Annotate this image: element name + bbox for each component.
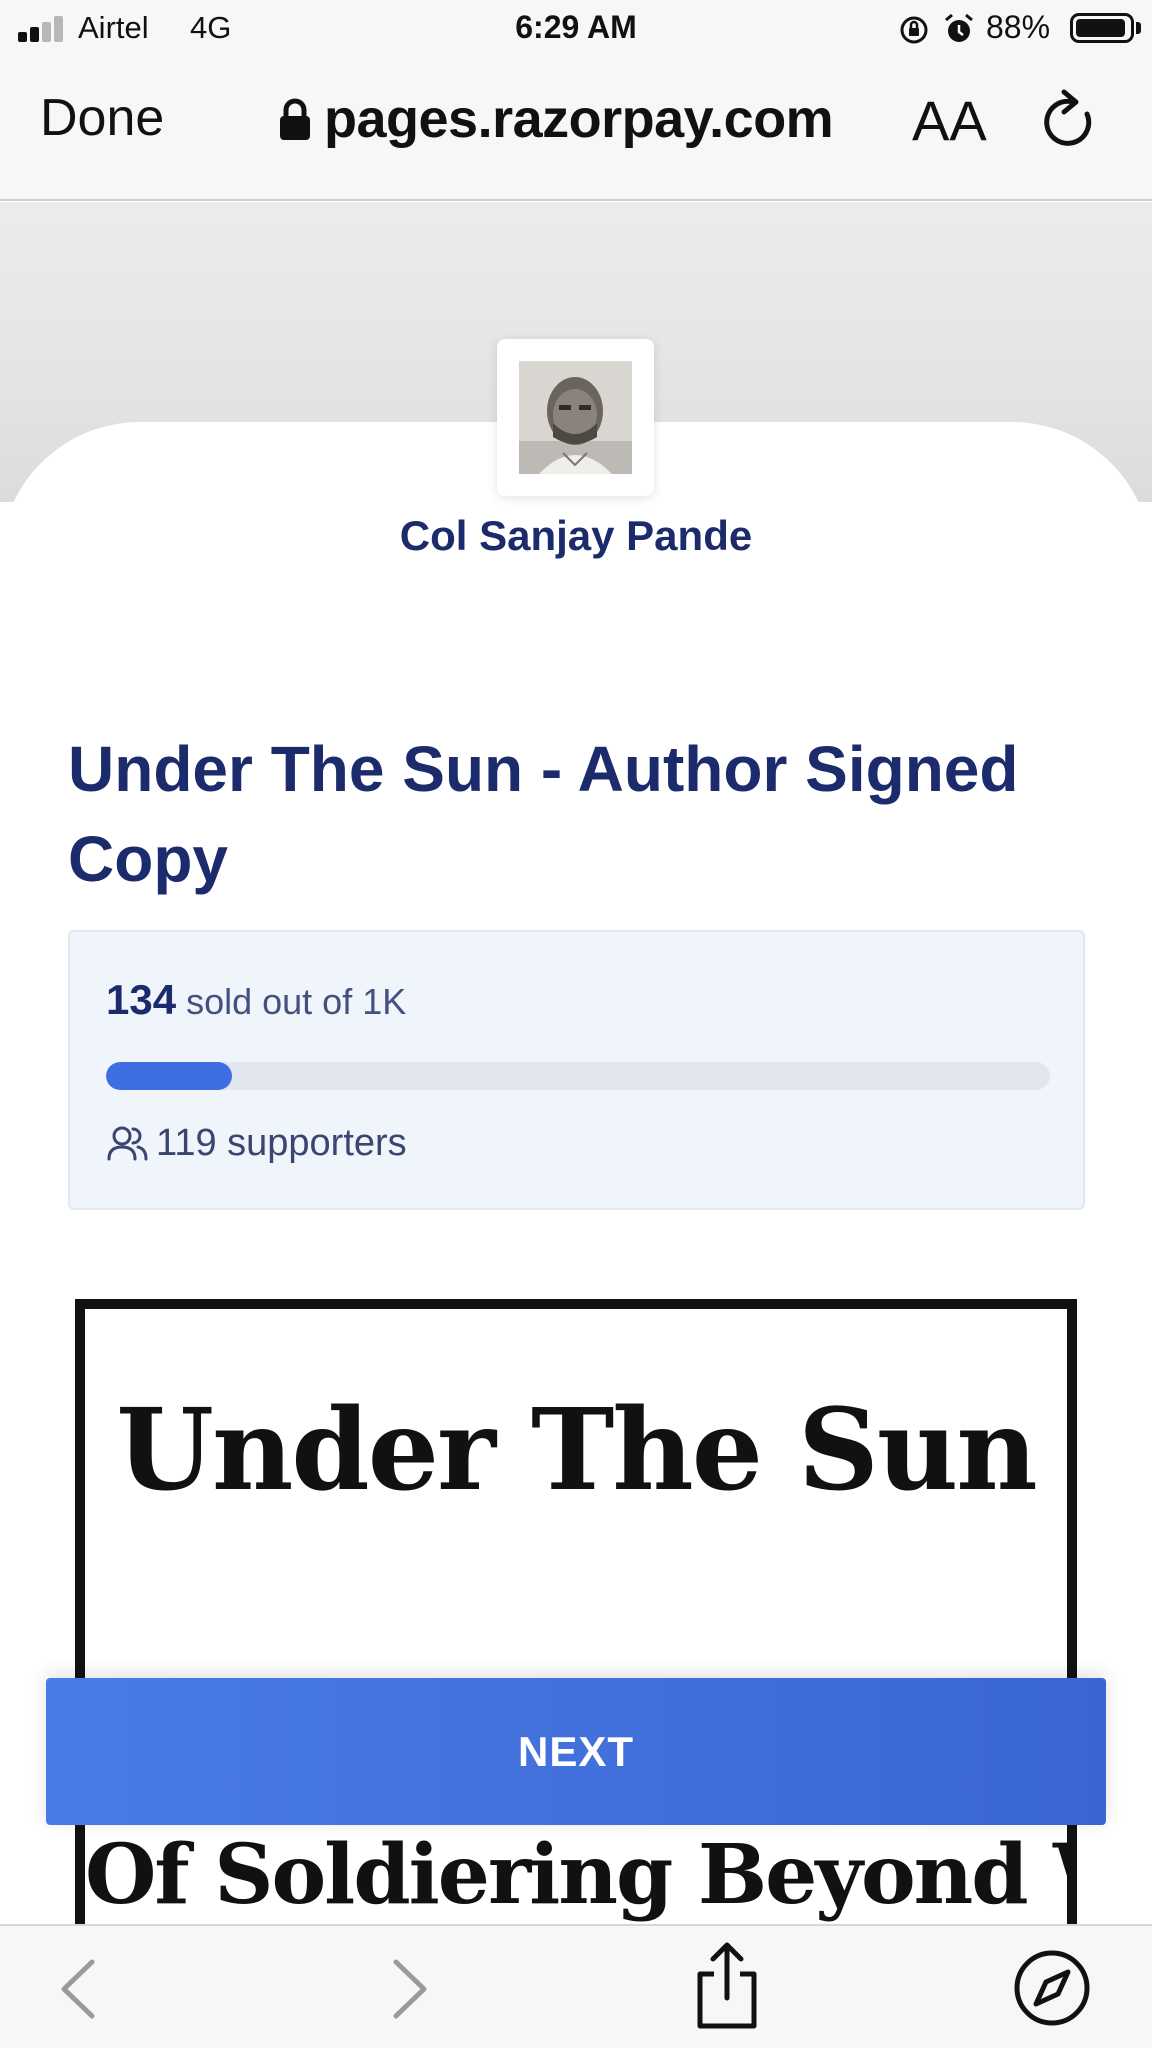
- battery-icon: [1070, 13, 1134, 43]
- sold-count: 134: [106, 976, 177, 1023]
- status-time: 6:29 AM: [515, 9, 637, 45]
- sales-progress-bar: [106, 1062, 1050, 1090]
- browser-bottom-bar: [0, 1924, 1152, 2048]
- cover-title: Under The Sun: [116, 1385, 1037, 1516]
- address-bar[interactable]: pages.razorpay.com: [278, 84, 876, 154]
- back-icon[interactable]: [56, 1956, 100, 2022]
- book-cover-image: Under The Sun Of Soldiering Beyond War: [75, 1299, 1077, 2019]
- done-button[interactable]: Done: [40, 88, 164, 148]
- sold-suffix: sold out of 1K: [186, 981, 407, 1022]
- browser-toolbar: Done pages.razorpay.com AA: [0, 56, 1152, 201]
- compass-icon[interactable]: [1012, 1948, 1092, 2028]
- share-icon[interactable]: [692, 1940, 762, 2032]
- merchant-name: Col Sanjay Pande: [399, 512, 753, 559]
- battery-cap: [1136, 22, 1141, 34]
- supporters-row: 119 supporters: [106, 1122, 407, 1165]
- reload-icon[interactable]: [1040, 86, 1100, 156]
- sales-progress-fill: [106, 1062, 233, 1090]
- sales-stats-card: 134 sold out of 1K 119 supporters: [68, 930, 1085, 1210]
- status-bar: Airtel 4G 6:29 AM 88%: [0, 0, 1152, 56]
- url-text: pages.razorpay.com: [324, 89, 834, 149]
- merchant-avatar: [497, 339, 654, 496]
- lock-icon: [280, 98, 310, 140]
- supporters-count: 119 supporters: [156, 1122, 407, 1164]
- users-icon: [107, 1126, 148, 1160]
- forward-icon[interactable]: [388, 1956, 432, 2022]
- alarm-icon: [945, 13, 973, 42]
- orientation-lock-icon: [900, 16, 928, 44]
- merchant-portrait: [519, 361, 632, 474]
- battery-percent: 88%: [986, 9, 1051, 45]
- cover-subtitle: Of Soldiering Beyond War: [85, 1827, 1067, 1923]
- sold-summary: 134 sold out of 1K: [106, 976, 406, 1024]
- product-title: Under The Sun - Author Signed Copy: [68, 733, 1019, 895]
- text-size-label: AA: [912, 89, 987, 152]
- text-size-button[interactable]: AA: [912, 88, 987, 153]
- next-button[interactable]: NEXT: [46, 1678, 1106, 1825]
